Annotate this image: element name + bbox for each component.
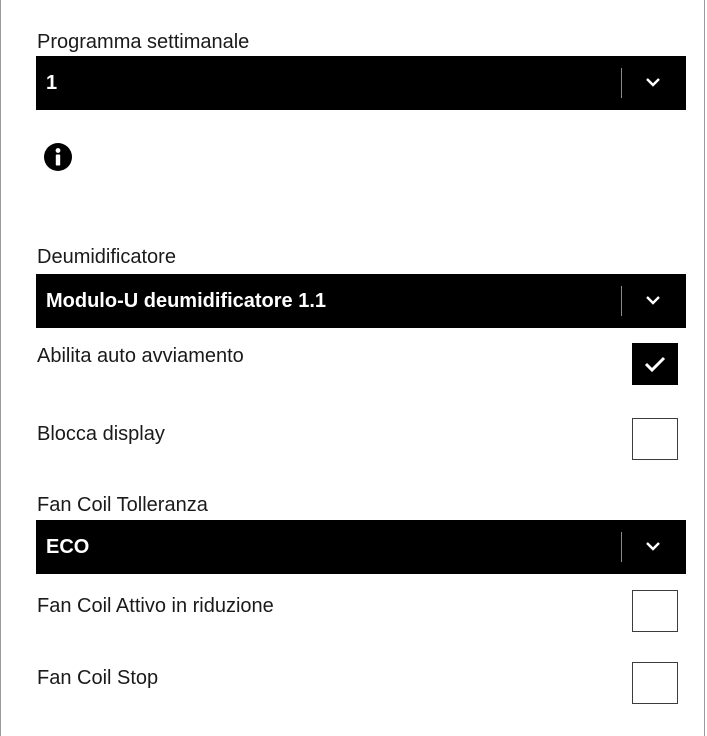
weekly-program-select[interactable]: 1 [36, 56, 686, 110]
fan-coil-tolerance-label: Fan Coil Tolleranza [37, 494, 208, 516]
fan-coil-tolerance-value: ECO [46, 536, 90, 558]
auto-start-checkbox[interactable] [632, 343, 678, 385]
chevron-down-icon[interactable] [622, 520, 686, 574]
dehumidifier-select[interactable]: Modulo-U deumidificatore 1.1 [36, 274, 686, 328]
fan-coil-active-reduction-checkbox[interactable] [632, 590, 678, 632]
checkmark-icon [644, 356, 666, 373]
lock-display-checkbox[interactable] [632, 418, 678, 460]
fan-coil-stop-label: Fan Coil Stop [37, 667, 159, 689]
weekly-program-label: Programma settimanale [37, 31, 250, 53]
info-circle-icon[interactable] [43, 142, 73, 172]
weekly-program-value: 1 [46, 72, 58, 94]
auto-start-label: Abilita auto avviamento [37, 345, 244, 367]
settings-panel: Programma settimanale 1 Deumidificatore … [0, 0, 705, 736]
fan-coil-tolerance-select[interactable]: ECO [36, 520, 686, 574]
dehumidifier-value: Modulo-U deumidificatore 1.1 [46, 290, 327, 312]
dehumidifier-label: Deumidificatore [37, 246, 176, 268]
fan-coil-active-reduction-label: Fan Coil Attivo in riduzione [37, 595, 274, 617]
chevron-down-icon[interactable] [622, 274, 686, 328]
fan-coil-stop-checkbox[interactable] [632, 662, 678, 704]
lock-display-label: Blocca display [37, 423, 165, 445]
chevron-down-icon[interactable] [622, 56, 686, 110]
